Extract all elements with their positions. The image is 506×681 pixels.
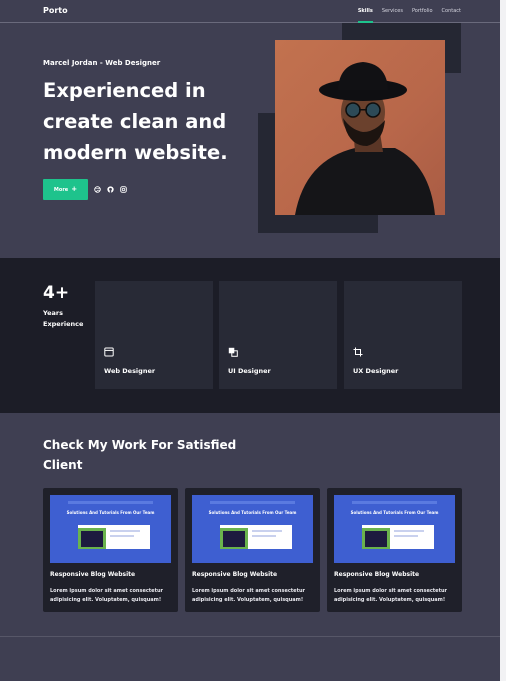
layers-icon [228,347,238,357]
skill-label: Web Designer [104,367,156,375]
github-icon[interactable] [107,186,114,193]
scrollbar-track[interactable] [500,0,506,681]
plus-icon: + [71,185,78,193]
crop-icon [353,347,363,357]
hero-title: Experienced in create clean and modern w… [43,79,228,164]
nav-link-portfolio[interactable]: Portfolio [412,8,433,14]
footer-divider [0,636,500,637]
project-title: Responsive Blog Website [334,571,420,578]
skill-label: UX Designer [353,367,399,375]
skills-section: 4+ Years Experience Web Designer UI Desi… [0,258,506,413]
project-description: Lorem ipsum dolor sit amet consectetur a… [334,588,447,603]
project-card-2[interactable]: Solutions And Tutorials From Our Team Re… [185,488,320,612]
browser-window-icon [104,347,114,357]
project-description: Lorem ipsum dolor sit amet consectetur a… [50,588,163,603]
more-button[interactable]: More + [43,179,88,200]
project-title: Responsive Blog Website [50,571,136,578]
portrait-photo [275,40,445,215]
skill-card-web-designer[interactable]: Web Designer [95,281,213,389]
nav-links: Skills Services Portfolio Contact [357,8,461,23]
experience-number: 4+ [43,283,70,303]
project-card-3[interactable]: Solutions And Tutorials From Our Team Re… [327,488,462,612]
skill-label: UI Designer [228,367,271,375]
thumb-heading: Solutions And Tutorials From Our Team [67,510,155,515]
experience-label: Years Experience [43,309,84,328]
skill-card-ux-designer[interactable]: UX Designer [344,281,462,389]
project-title: Responsive Blog Website [192,571,278,578]
instagram-icon[interactable] [120,186,127,193]
project-card-1[interactable]: Solutions And Tutorials From Our Team Re… [43,488,178,612]
thumb-heading: Solutions And Tutorials From Our Team [209,510,297,515]
work-section-title: Check My Work For Satisfied Client [43,438,237,472]
thumb-heading: Solutions And Tutorials From Our Team [351,510,439,515]
nav-link-services[interactable]: Services [382,8,403,14]
project-thumbnail: Solutions And Tutorials From Our Team [192,495,313,563]
project-description: Lorem ipsum dolor sit amet consectetur a… [192,588,305,603]
navbar: Porto Skills Services Portfolio Contact [0,0,500,23]
hero-subtitle: Marcel Jordan - Web Designer [43,59,161,67]
nav-link-contact[interactable]: Contact [442,8,461,14]
brand-logo[interactable]: Porto [43,6,68,15]
skill-card-ui-designer[interactable]: UI Designer [219,281,337,389]
nav-link-skills[interactable]: Skills [357,8,373,23]
project-thumbnail: Solutions And Tutorials From Our Team [334,495,455,563]
more-button-label: More [53,186,69,193]
dribbble-icon[interactable] [94,186,101,193]
project-thumbnail: Solutions And Tutorials From Our Team [50,495,171,563]
